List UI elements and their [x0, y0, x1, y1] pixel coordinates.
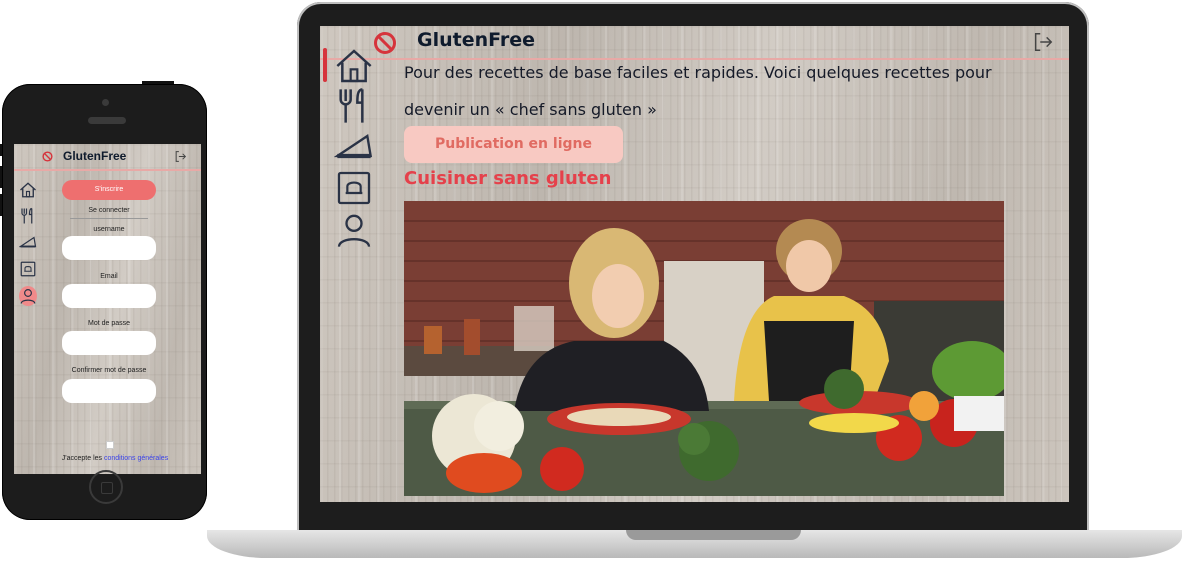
- user-icon[interactable]: [334, 210, 374, 250]
- app-title: GlutenFree: [63, 149, 127, 163]
- no-gluten-icon: [42, 151, 53, 162]
- username-label: username: [93, 226, 125, 233]
- publish-online-button[interactable]: Publication en ligne: [404, 126, 623, 163]
- phone-header: GlutenFree: [14, 144, 201, 171]
- phone-device: GlutenFree S'inscrire Se connecter usern…: [0, 81, 207, 520]
- user-icon: [20, 289, 36, 304]
- phone-screen: GlutenFree S'inscrire Se connecter usern…: [14, 144, 201, 474]
- password-field[interactable]: [62, 331, 156, 355]
- laptop-screen: GlutenFree Pour des recettes de base fac…: [320, 26, 1069, 502]
- app-title: GlutenFree: [417, 29, 536, 51]
- terms-prefix: J'accepte les: [61, 455, 103, 462]
- signup-form: S'inscrire Se connecter username Email M…: [40, 170, 201, 474]
- kids-cooking-photo: [404, 201, 1004, 496]
- pie-icon[interactable]: [334, 126, 374, 166]
- laptop-notch: [626, 530, 801, 540]
- confirm-password-label: Confirmer mot de passe: [71, 367, 147, 374]
- signup-button[interactable]: S'inscrire: [62, 180, 156, 200]
- cutlery-icon[interactable]: [334, 86, 374, 126]
- recipe-book-icon[interactable]: [334, 168, 374, 208]
- recipe-book-icon[interactable]: [19, 259, 37, 279]
- email-field[interactable]: [62, 284, 156, 308]
- logout-icon[interactable]: [174, 150, 187, 163]
- username-field[interactable]: [62, 236, 156, 260]
- terms-link[interactable]: conditions générales: [104, 455, 168, 462]
- home-icon[interactable]: [334, 46, 374, 86]
- phone-sidebar: [14, 170, 39, 474]
- logout-icon[interactable]: [1031, 31, 1055, 53]
- home-icon[interactable]: [19, 180, 37, 200]
- phone-speaker: [88, 117, 126, 124]
- confirm-password-field[interactable]: [62, 379, 156, 403]
- login-link[interactable]: Se connecter: [40, 207, 178, 214]
- password-label: Mot de passe: [87, 320, 131, 327]
- terms-checkbox[interactable]: [106, 441, 114, 449]
- email-label: Email: [100, 273, 118, 280]
- sidebar-item-profile-active[interactable]: [19, 286, 37, 306]
- phone-camera: [102, 99, 109, 106]
- section-title: Cuisiner sans gluten: [404, 168, 612, 189]
- separator: [70, 218, 148, 219]
- no-gluten-icon: [374, 32, 396, 54]
- phone-home-button[interactable]: [89, 470, 123, 504]
- pie-icon[interactable]: [19, 232, 37, 252]
- intro-text: Pour des recettes de base faciles et rap…: [404, 63, 992, 119]
- cutlery-icon[interactable]: [19, 206, 37, 226]
- terms-text: J'accepte les conditions générales: [54, 453, 176, 465]
- active-nav-indicator: [323, 48, 327, 82]
